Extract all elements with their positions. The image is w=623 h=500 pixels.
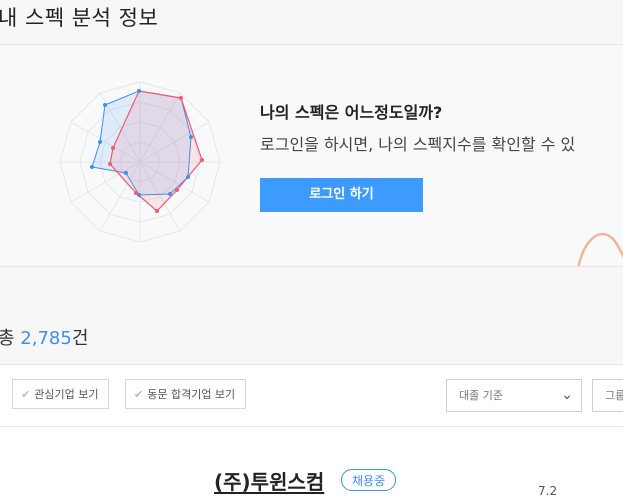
education-sort-select[interactable]: 대졸 기준 ⌄	[446, 379, 582, 412]
decorative-curve	[577, 233, 623, 266]
page-title: 내 스펙 분석 정보	[0, 6, 159, 30]
education-sort-value: 대졸 기준	[459, 389, 503, 402]
group-select[interactable]: 그룹	[592, 379, 623, 412]
result-count-number: 2,785	[20, 328, 72, 349]
page-header: 내 스펙 분석 정보	[0, 0, 623, 45]
check-icon: ✔	[134, 388, 144, 401]
filter-bar: ✔ 관심기업 보기 ✔ 동문 합격기업 보기 대졸 기준 ⌄ 그룹	[0, 366, 623, 427]
interest-companies-toggle[interactable]: ✔ 관심기업 보기	[12, 379, 110, 409]
results-summary: 총 2,785건	[0, 267, 623, 365]
hiring-status-badge: 채용중	[341, 469, 397, 491]
check-icon: ✔	[21, 388, 31, 401]
alumni-companies-toggle[interactable]: ✔ 동문 합격기업 보기	[125, 379, 247, 409]
interest-companies-label: 관심기업 보기	[34, 388, 99, 401]
group-select-value: 그룹	[605, 389, 623, 402]
chevron-down-icon: ⌄	[561, 387, 573, 403]
alumni-companies-label: 동문 합격기업 보기	[147, 388, 236, 401]
login-button[interactable]: 로그인 하기	[260, 178, 423, 212]
result-count-suffix: 건	[71, 328, 89, 349]
spec-promo-panel: 나의 스펙은 어느정도일까? 로그인을 하시면, 나의 스펙지수를 확인할 수 …	[0, 45, 623, 267]
promo-description: 로그인을 하시면, 나의 스펙지수를 확인할 수 있	[260, 135, 576, 154]
spec-radar-chart	[59, 81, 221, 243]
result-count-prefix: 총	[0, 328, 15, 349]
promo-heading: 나의 스펙은 어느정도일까?	[260, 103, 443, 122]
result-count: 총 2,785건	[0, 324, 88, 350]
company-name-link[interactable]: (주)투윈스컴	[214, 466, 324, 495]
company-score: 7.2	[538, 484, 558, 498]
